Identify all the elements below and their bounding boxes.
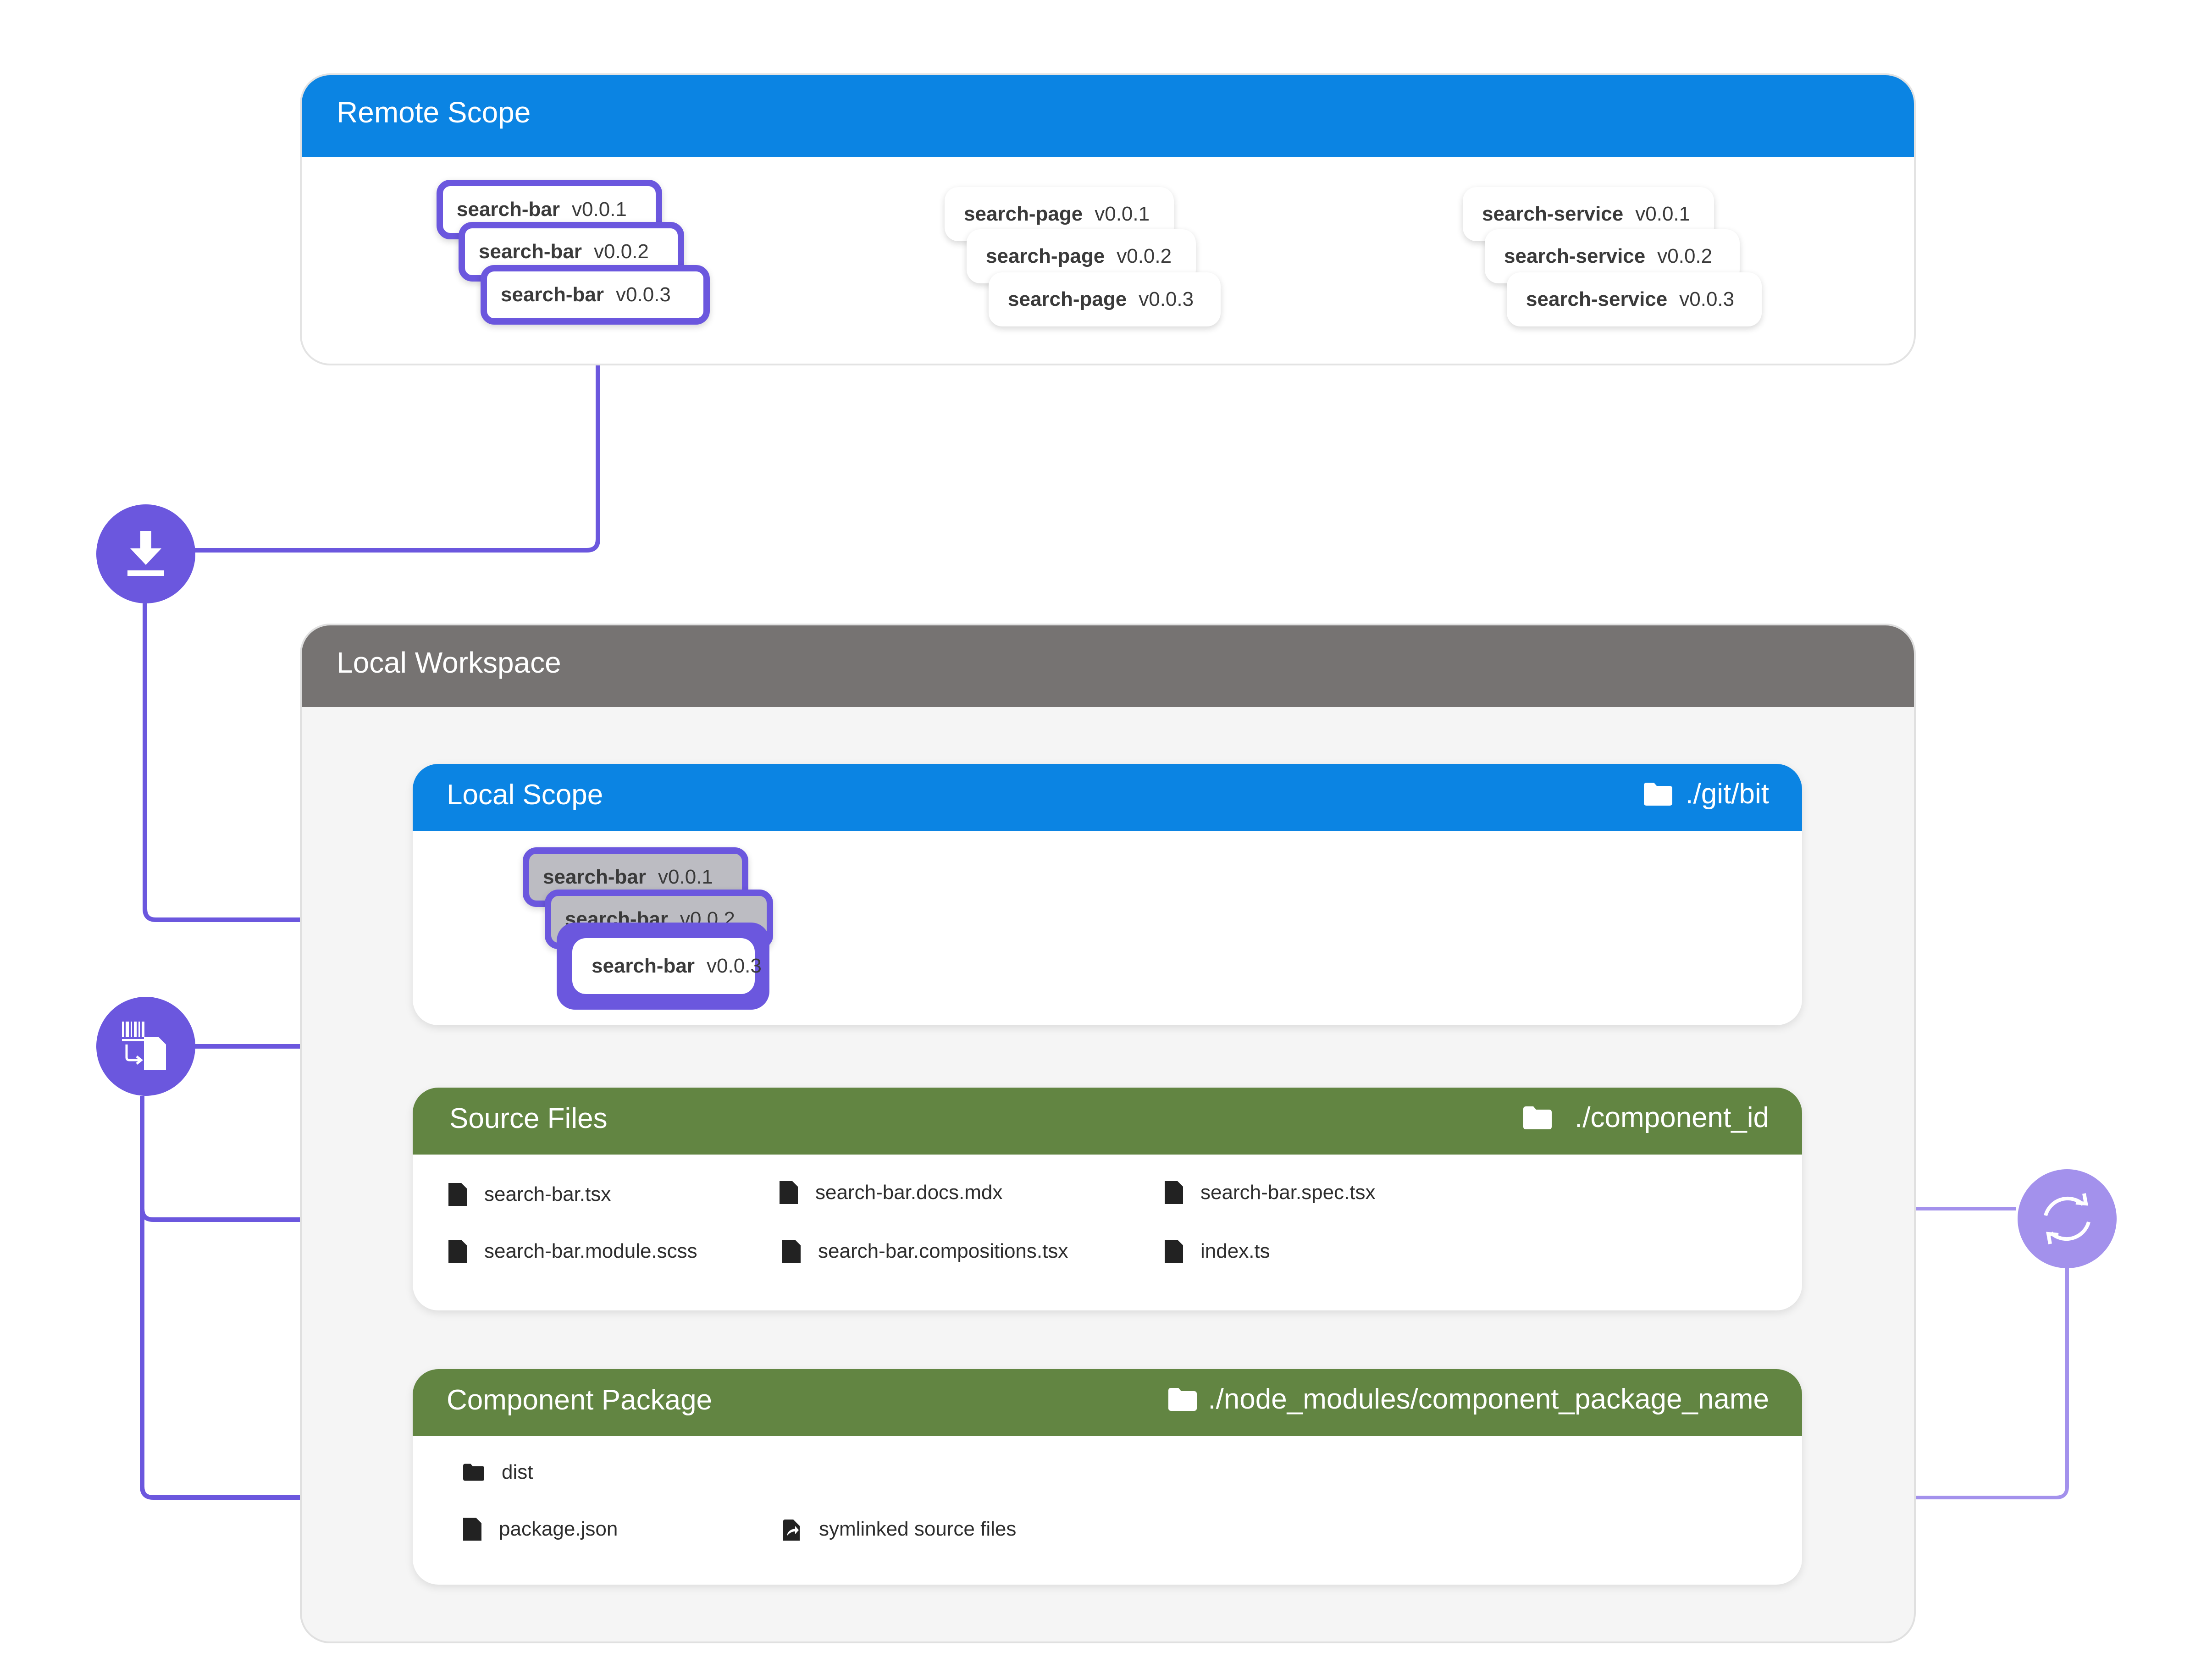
file-icon [1165, 1181, 1183, 1204]
component-package-panel: Component Package ./node_modules/compone… [413, 1369, 1802, 1585]
source-files-panel: Source Files ./component_id search-bar.t… [413, 1088, 1802, 1310]
remote-search-page-chip-v3[interactable]: search-page v0.0.3 [989, 272, 1221, 326]
symlink-icon [783, 1520, 800, 1541]
file-item[interactable]: search-bar.module.scss [448, 1240, 697, 1263]
local-workspace-header: Local Workspace [302, 625, 1914, 707]
download-icon [127, 531, 164, 576]
file-item[interactable]: search-bar.tsx [448, 1183, 611, 1206]
file-item[interactable]: search-bar.spec.tsx [1165, 1181, 1376, 1204]
file-item[interactable]: search-bar.compositions.tsx [782, 1240, 1068, 1263]
file-item[interactable]: package.json [463, 1518, 618, 1541]
file-icon [1165, 1240, 1183, 1263]
import-action-button[interactable] [96, 504, 195, 603]
file-icon [448, 1240, 467, 1263]
local-workspace-title: Local Workspace [337, 646, 561, 679]
component-package-title: Component Package [447, 1384, 713, 1416]
source-files-header: Source Files ./component_id [413, 1088, 1802, 1155]
remote-scope-title: Remote Scope [337, 96, 531, 129]
import-wire [194, 336, 600, 553]
remote-search-service-chip-v3[interactable]: search-service v0.0.3 [1507, 272, 1762, 326]
source-files-path: ./component_id [1523, 1101, 1769, 1134]
file-item[interactable]: index.ts [1165, 1240, 1270, 1263]
folder-item[interactable]: dist [463, 1461, 533, 1484]
file-item[interactable]: search-bar.docs.mdx [780, 1181, 1002, 1204]
local-scope-title: Local Scope [447, 779, 603, 811]
folder-icon [463, 1464, 484, 1481]
local-scope-header: Local Scope ./git/bit [413, 764, 1802, 831]
source-files-title: Source Files [449, 1103, 608, 1134]
remote-search-bar-chip-v3[interactable]: search-bar v0.0.3 [481, 265, 710, 325]
local-scope-path: ./git/bit [1644, 778, 1769, 810]
symlink-item[interactable]: symlinked source files [781, 1518, 1016, 1541]
file-icon [448, 1183, 467, 1206]
folder-icon [1523, 1106, 1552, 1129]
file-icon [782, 1240, 801, 1263]
folder-icon [1644, 782, 1673, 806]
checkout-action-button[interactable] [96, 997, 195, 1096]
file-icon [463, 1518, 481, 1541]
file-icon [780, 1181, 798, 1204]
component-package-header: Component Package ./node_modules/compone… [413, 1369, 1802, 1436]
sync-icon [2044, 1193, 2090, 1244]
remote-scope-header: Remote Scope [302, 75, 1914, 157]
folder-icon [1168, 1387, 1197, 1411]
checkout-icon [122, 1022, 166, 1070]
sync-action-button[interactable] [2018, 1169, 2117, 1268]
component-package-path: ./node_modules/component_package_name [1168, 1383, 1769, 1415]
local-search-bar-chip-v3[interactable]: search-bar v0.0.3 [572, 938, 762, 994]
